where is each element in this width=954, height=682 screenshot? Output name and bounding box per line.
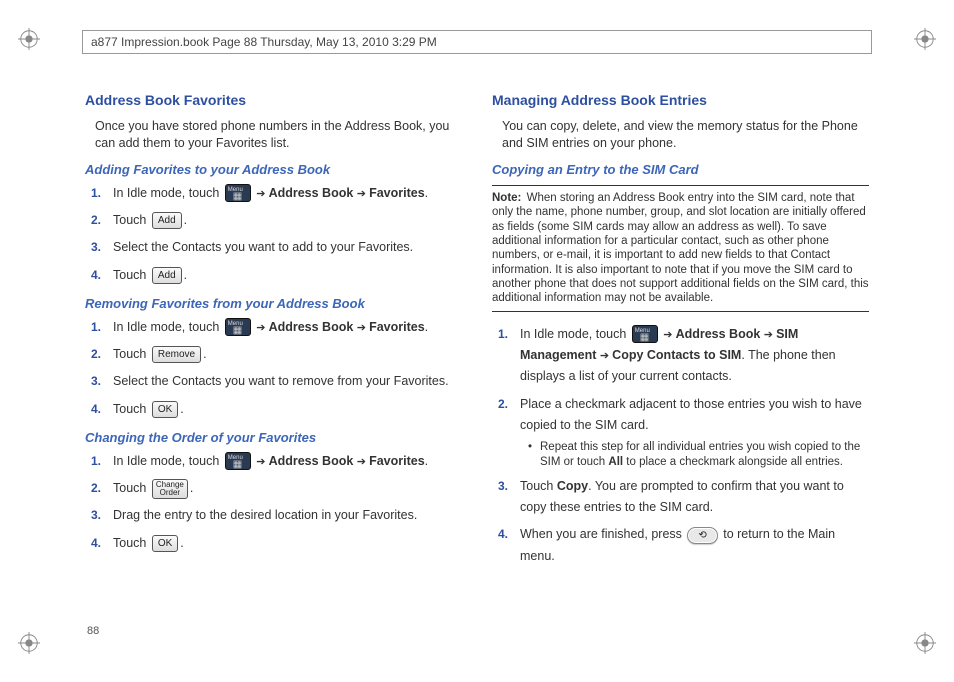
menu-icon	[225, 318, 251, 336]
add-button-icon: Add	[152, 212, 182, 229]
section-heading: Managing Address Book Entries	[492, 92, 869, 108]
step-text: In Idle mode, touch	[113, 186, 223, 200]
menu-icon	[225, 452, 251, 470]
sub-bullet: Repeat this step for all individual entr…	[528, 440, 869, 470]
step-text: Touch	[520, 479, 557, 493]
list-item: 4. Touch Add.	[113, 265, 462, 286]
arrow-icon: ➔	[357, 322, 369, 334]
arrow-icon: ➔	[256, 322, 268, 334]
subsection-heading: Changing the Order of your Favorites	[85, 430, 462, 445]
list-item: 4. Touch OK.	[113, 533, 462, 554]
nav-label: Favorites	[369, 454, 425, 468]
nav-label: Address Book	[269, 320, 354, 334]
list-item: 1. In Idle mode, touch ➔ Address Book ➔ …	[113, 451, 462, 472]
step-text: Select the Contacts you want to remove f…	[113, 374, 449, 388]
list-item: 3. Touch Copy. You are prompted to confi…	[520, 476, 869, 519]
list-item: 2. Place a checkmark adjacent to those e…	[520, 394, 869, 470]
list-item: 4. Touch OK.	[113, 399, 462, 420]
note-block: Note: When storing an Address Book entry…	[492, 185, 869, 312]
crop-mark-ornament	[914, 632, 936, 654]
list-item: 2. Touch Add.	[113, 210, 462, 231]
nav-label: Address Book	[676, 327, 761, 341]
step-text: In Idle mode, touch	[113, 320, 223, 334]
nav-label: Address Book	[269, 454, 354, 468]
step-text: When you are finished, press	[520, 527, 685, 541]
sub-text: to place a checkmark alongside all entri…	[623, 456, 843, 468]
step-text: Touch	[113, 268, 150, 282]
nav-label: Favorites	[369, 186, 425, 200]
add-button-icon: Add	[152, 267, 182, 284]
note-body: When storing an Address Book entry into …	[492, 192, 869, 305]
change-order-button-icon: Change Order	[152, 479, 188, 499]
subsection-heading: Adding Favorites to your Address Book	[85, 162, 462, 177]
copy-label: Copy	[557, 479, 588, 493]
intro-text: Once you have stored phone numbers in th…	[95, 118, 462, 152]
ok-button-icon: OK	[152, 535, 178, 552]
list-item: 1. In Idle mode, touch ➔ Address Book ➔ …	[520, 324, 869, 388]
ok-button-icon: OK	[152, 401, 178, 418]
step-text: Select the Contacts you want to add to y…	[113, 240, 413, 254]
end-key-icon: ⟲	[687, 527, 717, 544]
intro-text: You can copy, delete, and view the memor…	[502, 118, 869, 152]
document-header: a877 Impression.book Page 88 Thursday, M…	[82, 30, 872, 54]
section-heading: Address Book Favorites	[85, 92, 462, 108]
arrow-icon: ➔	[600, 350, 612, 362]
arrow-icon: ➔	[663, 329, 675, 341]
arrow-icon: ➔	[256, 188, 268, 200]
list-item: 3. Select the Contacts you want to remov…	[113, 371, 462, 392]
all-label: All	[608, 456, 623, 468]
step-text: Touch	[113, 536, 150, 550]
step-text: Touch	[113, 213, 150, 227]
step-text: Touch	[113, 347, 150, 361]
step-text: Touch	[113, 402, 150, 416]
list-item: 1. In Idle mode, touch ➔ Address Book ➔ …	[113, 317, 462, 338]
list-item: 3. Drag the entry to the desired locatio…	[113, 505, 462, 526]
arrow-icon: ➔	[256, 456, 268, 468]
subsection-heading: Copying an Entry to the SIM Card	[492, 162, 869, 177]
nav-label: Favorites	[369, 320, 425, 334]
remove-button-icon: Remove	[152, 346, 201, 363]
nav-label: Address Book	[269, 186, 354, 200]
crop-mark-ornament	[914, 28, 936, 50]
crop-mark-ornament	[18, 632, 40, 654]
steps-list: 1. In Idle mode, touch ➔ Address Book ➔ …	[492, 324, 869, 567]
steps-list: 1. In Idle mode, touch ➔ Address Book ➔ …	[85, 183, 462, 286]
steps-list: 1. In Idle mode, touch ➔ Address Book ➔ …	[85, 451, 462, 554]
list-item: 4. When you are finished, press ⟲ to ret…	[520, 524, 869, 567]
list-item: 2. Touch Change Order.	[113, 478, 462, 499]
arrow-icon: ➔	[764, 329, 776, 341]
right-column: Managing Address Book Entries You can co…	[492, 92, 869, 638]
crop-mark-ornament	[18, 28, 40, 50]
steps-list: 1. In Idle mode, touch ➔ Address Book ➔ …	[85, 317, 462, 420]
list-item: 2. Touch Remove.	[113, 344, 462, 365]
list-item: 1. In Idle mode, touch ➔ Address Book ➔ …	[113, 183, 462, 204]
step-text: Touch	[113, 481, 150, 495]
left-column: Address Book Favorites Once you have sto…	[85, 92, 462, 638]
arrow-icon: ➔	[357, 456, 369, 468]
arrow-icon: ➔	[357, 188, 369, 200]
menu-icon	[632, 325, 658, 343]
step-text: In Idle mode, touch	[520, 327, 630, 341]
step-text: Place a checkmark adjacent to those entr…	[520, 397, 862, 432]
list-item: 3. Select the Contacts you want to add t…	[113, 237, 462, 258]
step-text: Drag the entry to the desired location i…	[113, 508, 417, 522]
page-body: Address Book Favorites Once you have sto…	[85, 92, 869, 638]
step-text: In Idle mode, touch	[113, 454, 223, 468]
page-number: 88	[87, 625, 99, 637]
note-label: Note:	[492, 192, 521, 204]
menu-icon	[225, 184, 251, 202]
nav-label: Copy Contacts to SIM	[612, 348, 741, 362]
subsection-heading: Removing Favorites from your Address Boo…	[85, 296, 462, 311]
